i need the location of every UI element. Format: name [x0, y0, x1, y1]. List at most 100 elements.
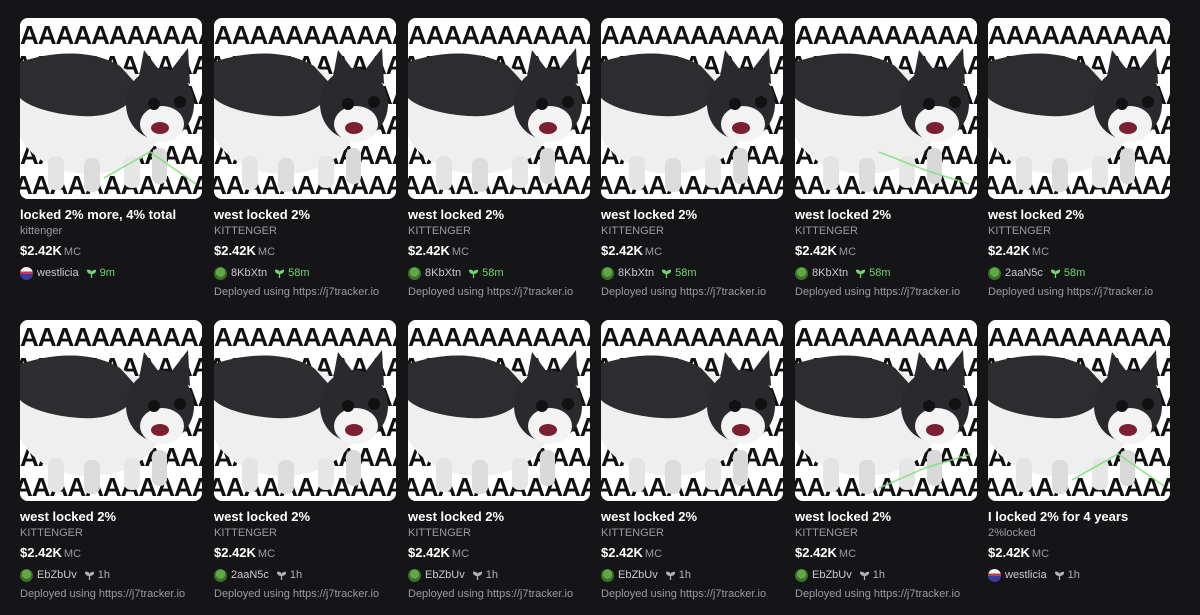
token-meta: westlicia 9m — [20, 266, 115, 280]
token-image: AAAAAAAAAAAAAAAAAAAAAAAAAAAAAAAAAAAAAAAA… — [214, 18, 396, 199]
token-age: 1h — [84, 569, 110, 581]
creator-name[interactable]: 8KbXtn — [812, 267, 848, 279]
frog-avatar-icon — [20, 568, 33, 582]
token-meta: EbZbUv 1h — [408, 568, 498, 582]
token-meta: 2aaN5c 58m — [988, 266, 1085, 280]
token-card[interactable]: AAAAAAAAAAAAAAAAAAAAAAAAAAAAAAAAAAAAAAAA… — [214, 18, 396, 308]
creator-name[interactable]: 8KbXtn — [425, 267, 461, 279]
svg-text:AAAAAAAAAAAAAA: AAAAAAAAAAAAAA — [408, 472, 590, 501]
market-cap: $2.42K MC — [408, 545, 469, 560]
token-meta: EbZbUv 1h — [20, 568, 110, 582]
cat-thumbnail-svg: AAAAAAAAAAAAAAAAAAAAAAAAAAAAAAAAAAAAAAAA… — [20, 18, 202, 199]
cat-thumbnail-svg: AAAAAAAAAAAAAAAAAAAAAAAAAAAAAAAAAAAAAAAA… — [795, 320, 977, 501]
svg-text:AAAAAAAAAAAAAA: AAAAAAAAAAAAAA — [795, 20, 977, 50]
token-ticker: KITTENGER — [20, 527, 83, 539]
token-card[interactable]: AAAAAAAAAAAAAAAAAAAAAAAAAAAAAAAAAAAAAAAA… — [601, 320, 783, 610]
token-card[interactable]: AAAAAAAAAAAAAAAAAAAAAAAAAAAAAAAAAAAAAAAA… — [214, 320, 396, 610]
token-title: west locked 2% — [601, 207, 698, 222]
token-image: AAAAAAAAAAAAAAAAAAAAAAAAAAAAAAAAAAAAAAAA… — [214, 320, 396, 501]
creator-name[interactable]: EbZbUv — [37, 569, 77, 581]
token-card[interactable]: AAAAAAAAAAAAAAAAAAAAAAAAAAAAAAAAAAAAAAAA… — [408, 320, 590, 610]
token-title: west locked 2% — [795, 509, 892, 524]
sprout-icon — [1050, 269, 1060, 278]
token-card[interactable]: AAAAAAAAAAAAAAAAAAAAAAAAAAAAAAAAAAAAAAAA… — [601, 18, 783, 308]
token-age: 1h — [472, 569, 498, 581]
flag-avatar-icon — [988, 568, 1001, 582]
svg-text:AAAAAAAAAAAAAA: AAAAAAAAAAAAAA — [601, 322, 783, 352]
token-card[interactable]: AAAAAAAAAAAAAAAAAAAAAAAAAAAAAAAAAAAAAAAA… — [408, 18, 590, 308]
token-image: AAAAAAAAAAAAAAAAAAAAAAAAAAAAAAAAAAAAAAAA… — [601, 320, 783, 501]
token-card[interactable]: AAAAAAAAAAAAAAAAAAAAAAAAAAAAAAAAAAAAAAAA… — [20, 18, 202, 308]
deployed-note: Deployed using https://j7tracker.io — [601, 286, 767, 298]
token-title: west locked 2% — [408, 509, 505, 524]
svg-text:AAAAAAAAAAAAAA: AAAAAAAAAAAAAA — [408, 322, 590, 352]
market-cap-value: $2.42K — [214, 243, 256, 258]
frog-avatar-icon — [408, 568, 421, 582]
market-cap: $2.42K MC — [214, 243, 275, 258]
token-title: west locked 2% — [20, 509, 117, 524]
creator-name[interactable]: EbZbUv — [618, 569, 658, 581]
token-age: 1h — [276, 569, 302, 581]
frog-avatar-icon — [408, 266, 421, 280]
creator-name[interactable]: 8KbXtn — [618, 267, 654, 279]
frog-avatar-icon — [601, 266, 614, 280]
token-image: AAAAAAAAAAAAAAAAAAAAAAAAAAAAAAAAAAAAAAAA… — [795, 320, 977, 501]
token-age-text: 9m — [99, 267, 115, 279]
token-age: 58m — [275, 267, 310, 279]
token-card[interactable]: AAAAAAAAAAAAAAAAAAAAAAAAAAAAAAAAAAAAAAAA… — [20, 320, 202, 610]
cat-thumbnail-svg: AAAAAAAAAAAAAAAAAAAAAAAAAAAAAAAAAAAAAAAA… — [601, 18, 783, 199]
token-image: AAAAAAAAAAAAAAAAAAAAAAAAAAAAAAAAAAAAAAAA… — [601, 18, 783, 199]
deployed-note: Deployed using https://j7tracker.io — [988, 286, 1154, 298]
market-cap-unit: MC — [451, 548, 470, 560]
token-card[interactable]: AAAAAAAAAAAAAAAAAAAAAAAAAAAAAAAAAAAAAAAA… — [795, 320, 977, 610]
token-age-text: 58m — [1063, 267, 1086, 279]
token-meta: 8KbXtn 58m — [795, 266, 891, 280]
token-age-text: 1h — [97, 569, 110, 581]
svg-text:AAAAAAAAAAAAAA: AAAAAAAAAAAAAA — [214, 472, 396, 501]
market-cap: $2.42K MC — [601, 243, 662, 258]
token-card[interactable]: AAAAAAAAAAAAAAAAAAAAAAAAAAAAAAAAAAAAAAAA… — [988, 320, 1170, 610]
token-grid: AAAAAAAAAAAAAA AAAAAAAAAAAAAA AAAAAAAAAAAA… — [20, 18, 1190, 608]
token-age: 58m — [662, 267, 697, 279]
market-cap: $2.42K MC — [795, 545, 856, 560]
creator-name[interactable]: westlicia — [1005, 569, 1047, 581]
token-ticker: KITTENGER — [408, 527, 471, 539]
svg-text:AAAAAAAAAAAAAA: AAAAAAAAAAAAAA — [601, 170, 783, 199]
creator-name[interactable]: 2aaN5c — [1005, 267, 1043, 279]
market-cap-value: $2.42K — [214, 545, 256, 560]
market-cap-unit: MC — [644, 548, 663, 560]
frog-avatar-icon — [795, 266, 808, 280]
deployed-note: Deployed using https://j7tracker.io — [20, 588, 186, 600]
creator-name[interactable]: 2aaN5c — [231, 569, 269, 581]
token-age-text: 1h — [678, 569, 691, 581]
deployed-note: Deployed using https://j7tracker.io — [795, 286, 961, 298]
market-cap-value: $2.42K — [988, 243, 1030, 258]
market-cap-value: $2.42K — [20, 243, 62, 258]
creator-name[interactable]: EbZbUv — [425, 569, 465, 581]
token-age-text: 58m — [869, 267, 891, 279]
token-image: AAAAAAAAAAAAAAAAAAAAAAAAAAAAAAAAAAAAAAAA… — [408, 320, 590, 501]
creator-name[interactable]: 8KbXtn — [231, 267, 267, 279]
svg-text:AAAAAAAAAAAAAA: AAAAAAAAAAAAAA — [214, 170, 396, 199]
token-card[interactable]: AAAAAAAAAAAAAAAAAAAAAAAAAAAAAAAAAAAAAAAA… — [795, 18, 977, 308]
market-cap: $2.42K MC — [988, 243, 1049, 258]
svg-text:AAAAAAAAAAAAAA: AAAAAAAAAAAAAA — [795, 472, 977, 501]
cat-thumbnail-svg: AAAAAAAAAAAAAAAAAAAAAAAAAAAAAAAAAAAAAAAA… — [408, 18, 590, 199]
token-age-text: 1h — [1067, 569, 1080, 581]
token-card[interactable]: AAAAAAAAAAAAAAAAAAAAAAAAAAAAAAAAAAAAAAAA… — [988, 18, 1170, 308]
sprout-icon — [86, 269, 96, 278]
market-cap-unit: MC — [838, 246, 857, 258]
token-age: 1h — [665, 569, 691, 581]
token-age: 1h — [1054, 569, 1080, 581]
svg-text:AAAAAAAAAAAAAA: AAAAAAAAAAAAAA — [988, 322, 1170, 352]
market-cap-unit: MC — [1031, 548, 1050, 560]
token-meta: 8KbXtn 58m — [214, 266, 310, 280]
creator-name[interactable]: EbZbUv — [812, 569, 852, 581]
token-age-text: 58m — [675, 267, 697, 279]
sprout-icon — [275, 269, 285, 278]
creator-name[interactable]: westlicia — [37, 267, 79, 279]
market-cap-value: $2.42K — [988, 545, 1030, 560]
token-meta: 8KbXtn 58m — [408, 266, 504, 280]
token-meta: EbZbUv 1h — [601, 568, 691, 582]
market-cap-unit: MC — [257, 548, 276, 560]
